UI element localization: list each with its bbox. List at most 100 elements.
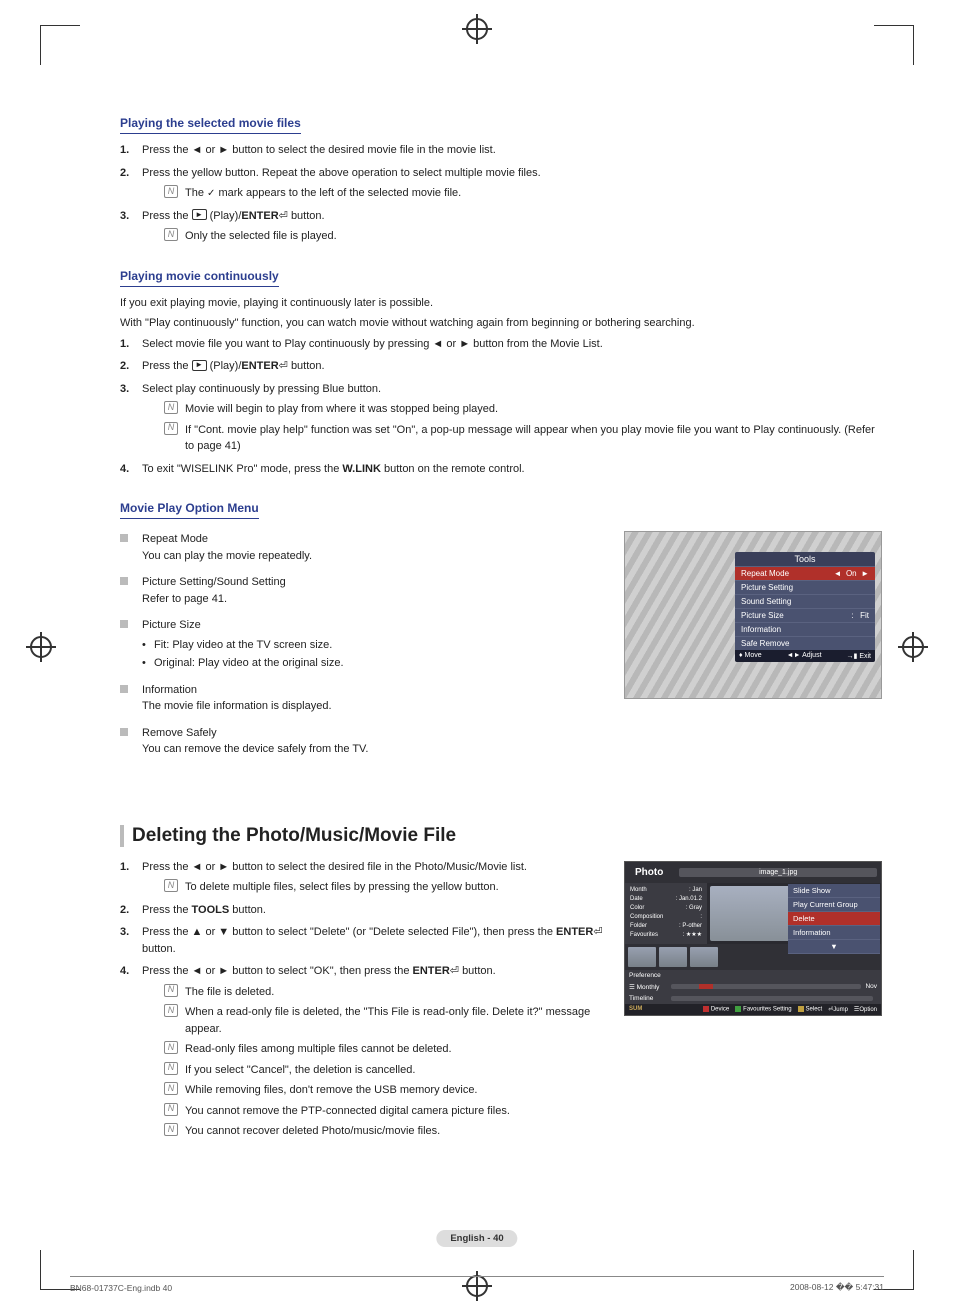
option-information: Information The movie file information i… (120, 682, 604, 715)
photo-preview: Slide Show Play Current Group Delete Inf… (710, 886, 878, 941)
footer-file-info: BN68-01737C-Eng.indb 40 (70, 1283, 172, 1293)
enter-icon: ⏎ (593, 924, 602, 941)
tools-footer: ♦ Move ◄► Adjust →▮ Exit (735, 650, 875, 662)
enter-icon: ⏎ (279, 208, 288, 225)
option-title: Information (142, 684, 197, 696)
photo-menu-screenshot: Photo image_1.jpg Month: Jan Date: Jan.0… (624, 861, 882, 1016)
note-text: You cannot recover deleted Photo/music/m… (185, 1123, 440, 1140)
note-icon: N (164, 1103, 178, 1116)
note-text: When a read-only file is deleted, the "T… (185, 1004, 604, 1037)
step-text: Press the ▲ or ▼ button to select "Delet… (142, 926, 603, 955)
note-icon: N (164, 422, 178, 435)
step-3: 3. Press the ▲ or ▼ button to select "De… (120, 924, 604, 957)
photo-filename: image_1.jpg (679, 868, 877, 877)
note-text: Movie will begin to play from where it w… (185, 401, 498, 418)
square-bullet-icon (120, 577, 128, 585)
menu-slide-show: Slide Show (788, 884, 880, 898)
step-4: 4. To exit "WISELINK Pro" mode, press th… (120, 461, 884, 478)
tools-row-sound-setting: Sound Setting (735, 594, 875, 608)
step-text: Press the ► (Play)/ENTER⏎ button. (142, 360, 325, 372)
tools-header: Tools (735, 552, 875, 566)
play-icon: ► (192, 209, 207, 220)
enter-icon: ⏎ (450, 963, 459, 980)
note-icon: N (164, 1004, 178, 1017)
step-text: To exit "WISELINK Pro" mode, press the W… (142, 463, 525, 475)
step-text: Press the ◄ or ► button to select the de… (142, 144, 496, 156)
note-icon: N (164, 1041, 178, 1054)
step-text: Select play continuously by pressing Blu… (142, 383, 381, 395)
photo-context-menu: Slide Show Play Current Group Delete Inf… (788, 884, 880, 954)
section-title-playing-selected: Playing the selected movie files (120, 116, 301, 134)
check-icon: ✓ (207, 188, 215, 199)
tools-row-information: Information (735, 622, 875, 636)
note-icon: N (164, 1123, 178, 1136)
option-sub: Original: Play video at the original siz… (142, 655, 604, 672)
monthly-row: ☰ Monthly Nov (625, 981, 881, 993)
option-picture-size: Picture Size Fit: Play video at the TV s… (120, 617, 604, 672)
note-text: The file is deleted. (185, 984, 274, 1001)
step-text: Press the ◄ or ► button to select "OK", … (142, 965, 496, 977)
square-bullet-icon (120, 620, 128, 628)
crop-mark (40, 25, 80, 65)
tools-row-repeat-mode: Repeat Mode◄ On ► (735, 566, 875, 580)
page-number: English - 40 (436, 1230, 517, 1247)
tools-row-safe-remove: Safe Remove (735, 636, 875, 650)
photo-meta: Month: Jan Date: Jan.01.2 Color: Gray Co… (625, 883, 707, 944)
photo-title: Photo (629, 865, 669, 880)
crop-mark (874, 25, 914, 65)
note-text: While removing files, don't remove the U… (185, 1082, 478, 1099)
option-picture-sound-setting: Picture Setting/Sound Setting Refer to p… (120, 574, 604, 607)
step-3: 3.Select play continuously by pressing B… (120, 381, 884, 455)
note-text: Read-only files among multiple files can… (185, 1041, 452, 1058)
photo-footer: SUM Device Favourites Setting Select ⏎Ju… (625, 1004, 881, 1015)
step-3: 3. Press the ► (Play)/ENTER⏎ button. NOn… (120, 208, 884, 245)
tools-row-picture-size: Picture Size: Fit (735, 608, 875, 622)
step-2: 2. Press the TOOLS button. (120, 902, 604, 919)
play-icon: ► (192, 360, 207, 371)
note-text: The ✓ mark appears to the left of the se… (185, 185, 461, 202)
option-desc: Refer to page 41. (142, 593, 227, 605)
menu-information: Information (788, 926, 880, 940)
note-icon: N (164, 1062, 178, 1075)
option-remove-safely: Remove Safely You can remove the device … (120, 725, 604, 758)
menu-more-icon: ▼ (788, 940, 880, 954)
footer-divider (70, 1276, 884, 1277)
enter-icon: ⏎ (279, 358, 288, 375)
option-title: Remove Safely (142, 727, 217, 739)
option-repeat-mode: Repeat Mode You can play the movie repea… (120, 531, 604, 564)
paragraph: If you exit playing movie, playing it co… (120, 295, 884, 312)
note-icon: N (164, 1082, 178, 1095)
section-title-movie-play-option: Movie Play Option Menu (120, 501, 259, 519)
note-text: If you select "Cancel", the deletion is … (185, 1062, 415, 1079)
option-title: Picture Setting/Sound Setting (142, 576, 286, 588)
footer-timestamp: 2008-08-12 �� 5:47:31 (790, 1282, 884, 1293)
note-icon: N (164, 879, 178, 892)
registration-mark (902, 636, 924, 658)
preference-row: Preference (625, 970, 881, 981)
paragraph: With "Play continuously" function, you c… (120, 315, 884, 332)
step-2: 2.Press the yellow button. Repeat the ab… (120, 165, 884, 202)
menu-play-current-group: Play Current Group (788, 898, 880, 912)
note-icon: N (164, 984, 178, 997)
section-title-playing-continuously: Playing movie continuously (120, 269, 279, 287)
step-4: 4. Press the ◄ or ► button to select "OK… (120, 963, 604, 1140)
square-bullet-icon (120, 728, 128, 736)
note-icon: N (164, 228, 178, 241)
option-sub: Fit: Play video at the TV screen size. (142, 637, 604, 654)
square-bullet-icon (120, 685, 128, 693)
step-1: 1.Press the ◄ or ► button to select the … (120, 859, 604, 896)
registration-mark (30, 636, 52, 658)
option-desc: You can remove the device safely from th… (142, 743, 368, 755)
tools-row-picture-setting: Picture Setting (735, 580, 875, 594)
step-text: Press the ► (Play)/ENTER⏎ button. (142, 210, 325, 222)
registration-mark (466, 1275, 488, 1297)
option-title: Repeat Mode (142, 533, 208, 545)
registration-mark (466, 18, 488, 40)
option-desc: The movie file information is displayed. (142, 700, 332, 712)
tools-menu-screenshot: Tools Repeat Mode◄ On ► Picture Setting … (624, 531, 882, 699)
note-text: If "Cont. movie play help" function was … (185, 422, 884, 455)
step-2: 2. Press the ► (Play)/ENTER⏎ button. (120, 358, 884, 375)
note-text: Only the selected file is played. (185, 228, 337, 245)
step-text: Select movie file you want to Play conti… (142, 338, 603, 350)
timeline-row: Timeline (625, 993, 881, 1004)
